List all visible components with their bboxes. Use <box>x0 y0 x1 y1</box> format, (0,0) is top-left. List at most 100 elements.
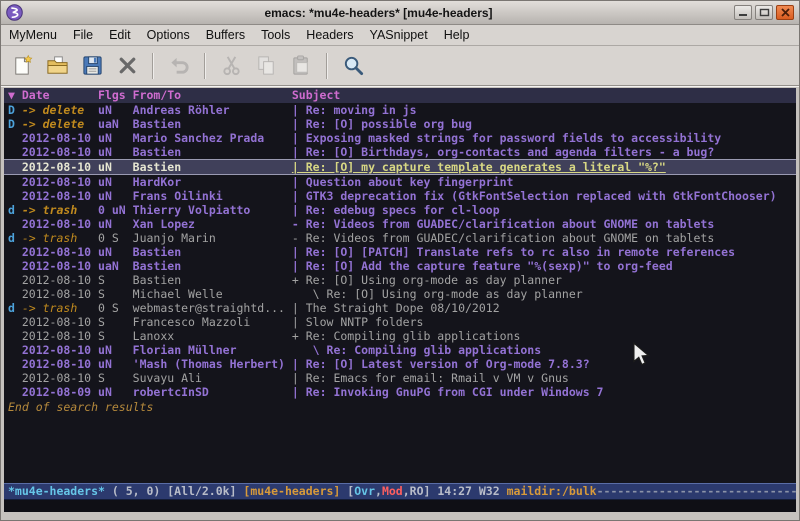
menu-options[interactable]: Options <box>139 25 198 45</box>
menu-mymenu[interactable]: MyMenu <box>1 25 65 45</box>
toolbar <box>1 46 799 86</box>
message-flags: uN <box>98 145 133 159</box>
undo-icon <box>168 54 191 77</box>
echo-area[interactable] <box>4 500 796 512</box>
menu-headers[interactable]: Headers <box>298 25 361 45</box>
copy-button[interactable] <box>250 50 282 82</box>
message-subject: - Re: Videos from GUADEC/clarification a… <box>292 217 714 231</box>
message-flags: S <box>98 315 133 329</box>
toolbar-separator <box>326 53 328 79</box>
message-date: 2012-08-09 <box>22 385 98 399</box>
message-subject: | Slow NNTP folders <box>292 315 424 329</box>
undo-button[interactable] <box>163 50 195 82</box>
message-row[interactable]: 2012-08-10 uN Bastien | Re: [O] Birthday… <box>8 145 796 159</box>
message-row[interactable]: 2012-08-10 uN Bastien | Re: [O] [PATCH] … <box>8 245 796 259</box>
menu-edit[interactable]: Edit <box>101 25 139 45</box>
cut-button[interactable] <box>215 50 247 82</box>
message-from: Lanoxx <box>133 329 292 343</box>
message-date: 2012-08-10 <box>22 357 98 371</box>
message-flags: uN <box>98 357 133 371</box>
message-row[interactable]: 2012-08-10 S Bastien + Re: [O] Using org… <box>8 273 796 287</box>
message-subject: | Exposing masked strings for password f… <box>292 131 721 145</box>
message-row[interactable]: 2012-08-10 S Francesco Mazzoli | Slow NN… <box>8 315 796 329</box>
menu-help[interactable]: Help <box>436 25 478 45</box>
menu-yasnippet[interactable]: YASnippet <box>362 25 436 45</box>
modeline-segment: [ <box>340 484 354 498</box>
maximize-window-button[interactable] <box>755 5 773 20</box>
message-row[interactable]: d -> trash 0 S Juanjo Marin - Re: Videos… <box>8 231 796 245</box>
mark-char: d <box>8 301 22 315</box>
mark-char <box>8 329 22 343</box>
mark-char <box>8 371 22 385</box>
message-subject: - Re: Videos from GUADEC/clarification a… <box>292 231 714 245</box>
message-flags: 0 uN <box>98 203 133 217</box>
message-row[interactable]: 2012-08-10 uN Mario Sanchez Prada | Expo… <box>8 131 796 145</box>
mark-action: -> trash <box>22 301 98 315</box>
message-from: Frans Oilinki <box>133 189 292 203</box>
mark-char: D <box>8 103 22 117</box>
message-from: webmaster@straightd... <box>133 301 292 315</box>
message-flags: uN <box>98 103 133 117</box>
message-from: robertcInSD <box>133 385 292 399</box>
message-date: 2012-08-10 <box>22 259 98 273</box>
message-date: 2012-08-10 <box>22 315 98 329</box>
message-subject: | Re: edebug specs for cl-loop <box>292 203 500 217</box>
mark-action: -> delete <box>22 117 98 131</box>
editor-area: ▼ Date Flgs From/To Subject D -> delete … <box>1 86 799 520</box>
message-from: Bastien <box>133 273 292 287</box>
modeline-segment: *mu4e-headers* <box>8 484 105 498</box>
message-row[interactable]: 2012-08-10 uN 'Mash (Thomas Herbert) | R… <box>8 357 796 371</box>
message-date: 2012-08-10 <box>22 189 98 203</box>
message-flags: S <box>98 273 133 287</box>
message-from: Bastien <box>133 160 292 174</box>
open-file-button[interactable] <box>41 50 73 82</box>
paste-button[interactable] <box>285 50 317 82</box>
message-from: Florian Müllner <box>133 343 292 357</box>
message-row[interactable]: 2012-08-10 uaN Bastien | Re: [O] Add the… <box>8 259 796 273</box>
open-file-icon <box>46 54 69 77</box>
message-row[interactable]: 2012-08-10 uN Xan Lopez - Re: Videos fro… <box>8 217 796 231</box>
message-row[interactable]: 2012-08-10 uN Florian Müllner \ Re: Comp… <box>8 343 796 357</box>
search-button[interactable] <box>337 50 369 82</box>
message-subject: | Re: [O] Latest version of Org-mode 7.8… <box>292 357 590 371</box>
message-row[interactable]: 2012-08-09 uN robertcInSD | Re: Invoking… <box>8 385 796 399</box>
message-row[interactable]: 2012-08-10 S Lanoxx + Re: Compiling glib… <box>8 329 796 343</box>
message-flags: S <box>98 329 133 343</box>
close-window-button[interactable] <box>776 5 794 20</box>
modeline-segment: , <box>375 484 382 498</box>
message-flags: uN <box>98 189 133 203</box>
message-row[interactable]: 2012-08-10 uN Bastien | Re: [O] my captu… <box>4 159 796 175</box>
mark-char: d <box>8 231 22 245</box>
message-from: Juanjo Marin <box>133 231 292 245</box>
message-subject: | Re: [O] possible org bug <box>292 117 472 131</box>
new-file-button[interactable] <box>6 50 38 82</box>
message-subject: | Question about key fingerprint <box>292 175 514 189</box>
minimize-window-button[interactable] <box>734 5 752 20</box>
paste-icon <box>290 54 313 77</box>
message-row[interactable]: d -> trash 0 uN Thierry Volpiatto | Re: … <box>8 203 796 217</box>
message-row[interactable]: 2012-08-10 uN HardKor | Question about k… <box>8 175 796 189</box>
menu-file[interactable]: File <box>65 25 101 45</box>
mark-action: -> trash <box>22 231 98 245</box>
message-row[interactable]: d -> trash 0 S webmaster@straightd... | … <box>8 301 796 315</box>
modeline-segment: Mod <box>382 484 403 498</box>
message-row[interactable]: 2012-08-10 S Michael Welle \ Re: [O] Usi… <box>8 287 796 301</box>
window-controls <box>734 5 794 20</box>
close-button[interactable] <box>111 50 143 82</box>
message-row[interactable]: 2012-08-10 S Suvayu Ali | Re: Emacs for … <box>8 371 796 385</box>
mark-char <box>8 343 22 357</box>
message-row[interactable]: 2012-08-10 uN Frans Oilinki | GTK3 depre… <box>8 189 796 203</box>
message-subject: \ Re: [O] Using org-mode as day planner <box>292 287 583 301</box>
message-subject: | Re: moving in js <box>292 103 417 117</box>
menu-tools[interactable]: Tools <box>253 25 298 45</box>
message-row[interactable]: D -> delete uN Andreas Röhler | Re: movi… <box>8 103 796 117</box>
copy-icon <box>255 54 278 77</box>
message-row[interactable]: D -> delete uaN Bastien | Re: [O] possib… <box>8 117 796 131</box>
close-icon <box>116 54 139 77</box>
header-line[interactable]: ▼ Date Flgs From/To Subject <box>4 88 796 103</box>
save-button[interactable] <box>76 50 108 82</box>
menu-buffers[interactable]: Buffers <box>198 25 253 45</box>
modeline[interactable]: *mu4e-headers* ( 5, 0) [All/2.0k] [mu4e-… <box>4 483 796 500</box>
maximize-icon <box>759 5 770 20</box>
message-subject: | Re: [O] Add the capture feature "%(sex… <box>292 259 673 273</box>
